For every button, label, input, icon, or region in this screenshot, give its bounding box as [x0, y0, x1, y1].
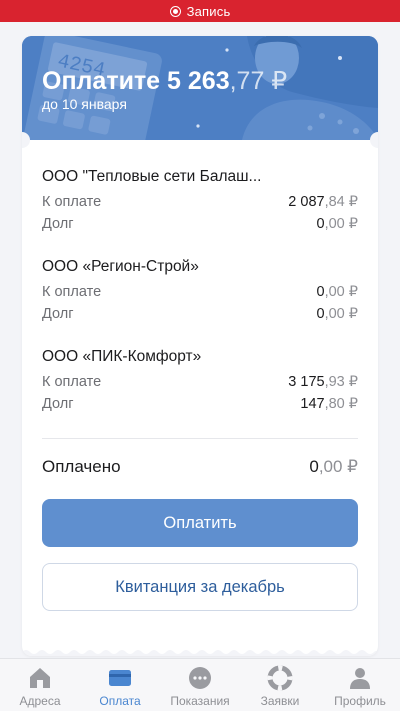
to-pay-label: К оплате — [42, 374, 102, 390]
bill-item: ООО «ПИК-Комфорт» К оплате 3 175,93 ₽ До… — [42, 348, 358, 418]
tab-label: Показания — [170, 694, 230, 708]
company-name: ООО "Тепловые сети Балаш... — [42, 168, 262, 185]
tab-profile[interactable]: Профиль — [320, 659, 400, 708]
due-date: до 10 января — [42, 96, 127, 112]
paid-label: Оплачено — [42, 457, 121, 476]
amount-due-title: Оплатите 5 263,77 ₽ — [42, 67, 288, 95]
bill-item: ООО "Тепловые сети Балаш... К оплате 2 0… — [42, 168, 358, 238]
home-icon — [30, 668, 50, 688]
to-pay-amount: 0,00 ₽ — [316, 284, 359, 300]
payment-banner: 4254 Оплатите 5 263,77 ₽ до 10 января — [22, 36, 378, 140]
debt-amount: 0,00 ₽ — [316, 306, 359, 322]
tab-label: Адреса — [19, 694, 61, 708]
bottom-tab-bar: Адреса Оплата Показания Заявки Профиль — [0, 658, 400, 711]
tab-addresses[interactable]: Адреса — [0, 659, 80, 708]
bill-item: ООО «Регион-Строй» К оплате 0,00 ₽ Долг … — [42, 258, 358, 328]
recording-status-bar: Запись — [0, 0, 400, 22]
meter-icon — [189, 667, 211, 689]
debt-label: Долг — [42, 396, 74, 412]
receipt-button[interactable]: Квитанция за декабрь — [42, 563, 358, 611]
recording-label: Запись — [186, 3, 231, 19]
paid-amount: 0,00 ₽ — [309, 457, 358, 476]
debt-label: Долг — [42, 306, 74, 322]
lifebuoy-icon — [267, 665, 293, 691]
tab-readings[interactable]: Показания — [160, 659, 240, 708]
person-icon — [350, 668, 370, 689]
paid-summary: Оплачено 0,00 ₽ — [42, 457, 358, 477]
debt-label: Долг — [42, 216, 74, 232]
company-name: ООО «Регион-Строй» — [42, 258, 199, 275]
tab-label: Заявки — [260, 694, 300, 708]
pay-button[interactable]: Оплатить — [42, 499, 358, 547]
divider — [42, 438, 358, 439]
debt-amount: 147,80 ₽ — [300, 396, 358, 412]
to-pay-label: К оплате — [42, 284, 102, 300]
ticket-edge — [22, 650, 378, 656]
to-pay-amount: 2 087,84 ₽ — [288, 194, 358, 210]
debt-amount: 0,00 ₽ — [316, 216, 359, 232]
tab-label: Профиль — [334, 694, 386, 708]
card-icon — [109, 670, 131, 686]
tab-label: Оплата — [99, 694, 141, 708]
company-name: ООО «ПИК-Комфорт» — [42, 348, 202, 365]
record-icon — [169, 5, 181, 17]
payment-card: 4254 Оплатите 5 263,77 ₽ до 10 января ОО… — [22, 36, 378, 656]
to-pay-label: К оплате — [42, 194, 102, 210]
to-pay-amount: 3 175,93 ₽ — [288, 374, 358, 390]
tab-requests[interactable]: Заявки — [240, 659, 320, 708]
tab-payment[interactable]: Оплата — [80, 659, 160, 708]
